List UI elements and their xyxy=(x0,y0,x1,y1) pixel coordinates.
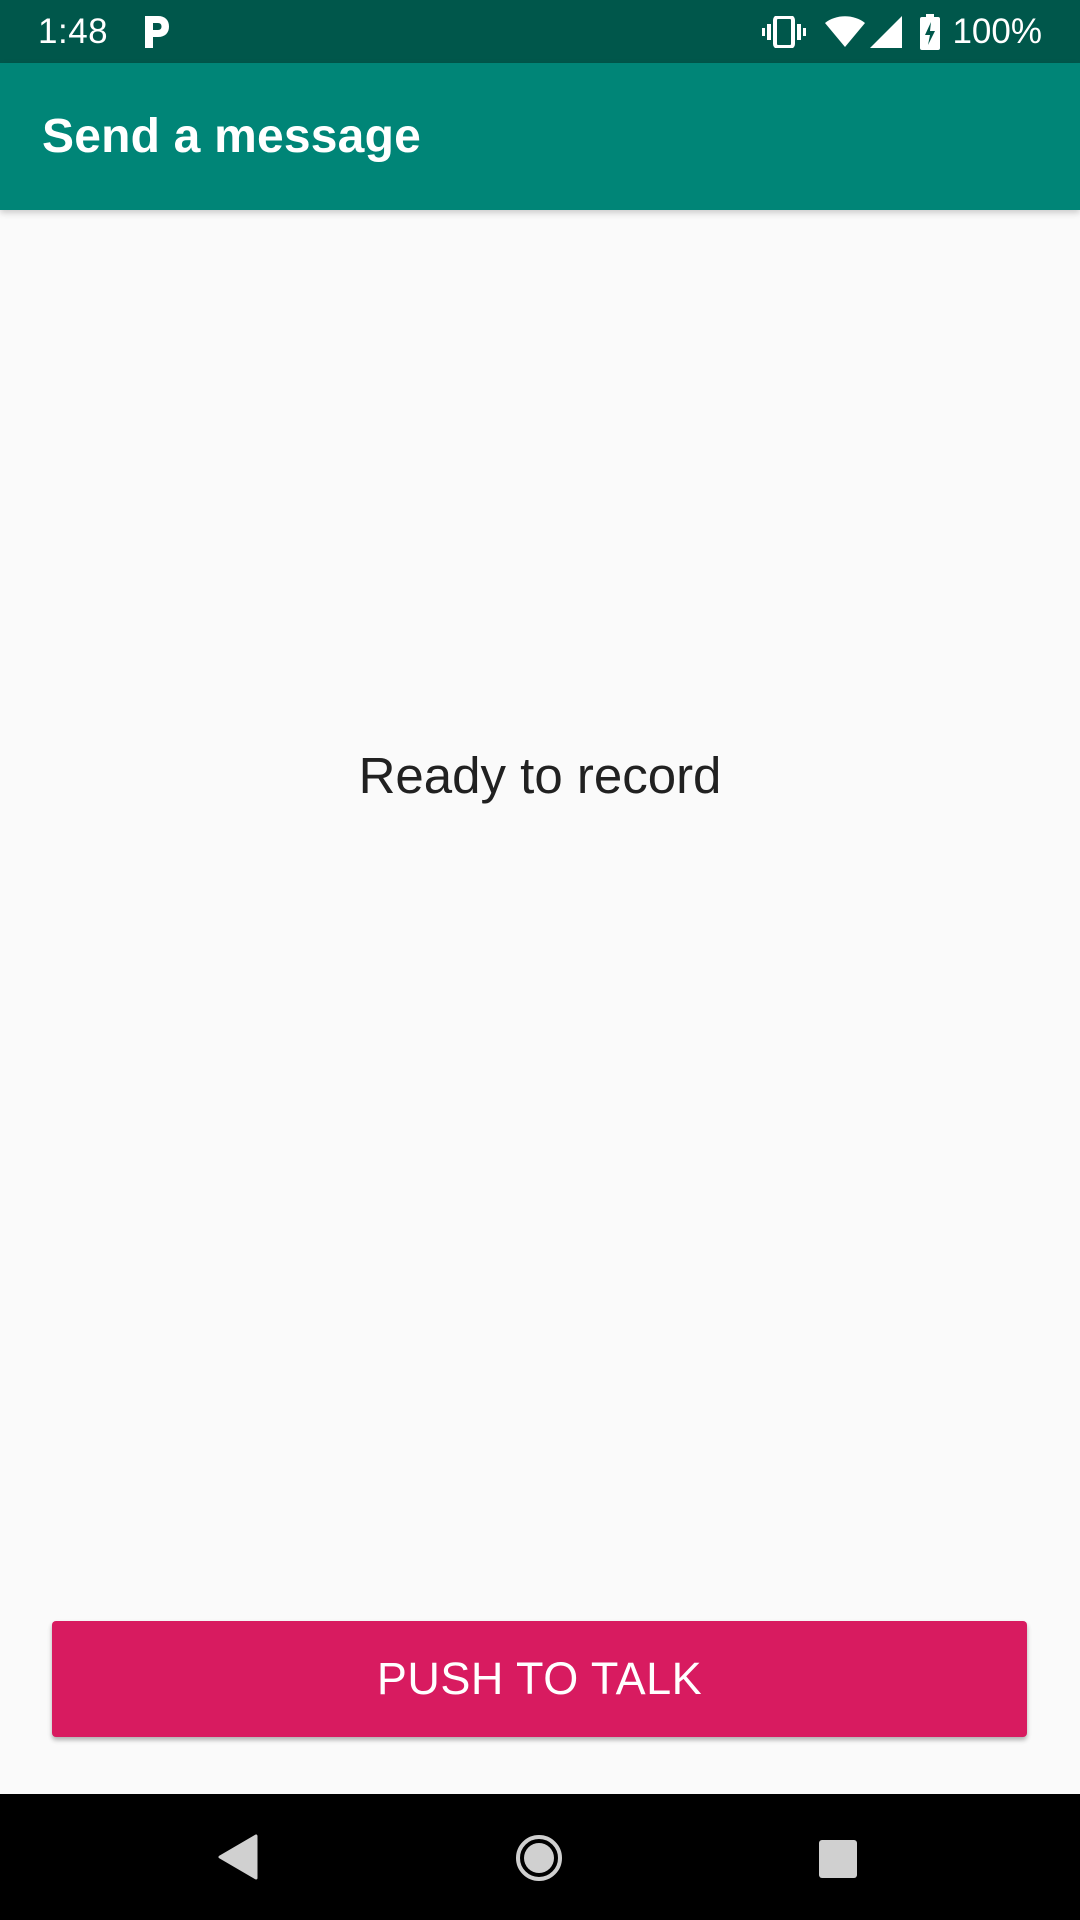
recents-icon[interactable] xyxy=(818,1839,858,1884)
page-title: Send a message xyxy=(42,110,421,163)
battery-charging-icon xyxy=(920,13,941,50)
parking-icon xyxy=(142,14,170,50)
battery-percentage: 100% xyxy=(952,12,1042,51)
main-content: Ready to record PUSH TO TALK xyxy=(0,210,1080,1794)
cell-signal-icon xyxy=(870,15,903,48)
navigation-bar xyxy=(0,1794,1080,1920)
recording-status-text: Ready to record xyxy=(358,747,722,804)
push-to-talk-button[interactable]: PUSH TO TALK xyxy=(52,1621,1027,1737)
wifi-icon xyxy=(824,15,866,48)
vibrate-icon xyxy=(762,15,807,48)
status-time: 1:48 xyxy=(38,12,109,51)
app-bar: Send a message xyxy=(0,63,1080,210)
status-icons: 100% xyxy=(762,0,1042,63)
status-bar: 1:48 100% xyxy=(0,0,1080,63)
back-icon[interactable] xyxy=(218,1834,258,1885)
home-icon[interactable] xyxy=(515,1834,563,1887)
